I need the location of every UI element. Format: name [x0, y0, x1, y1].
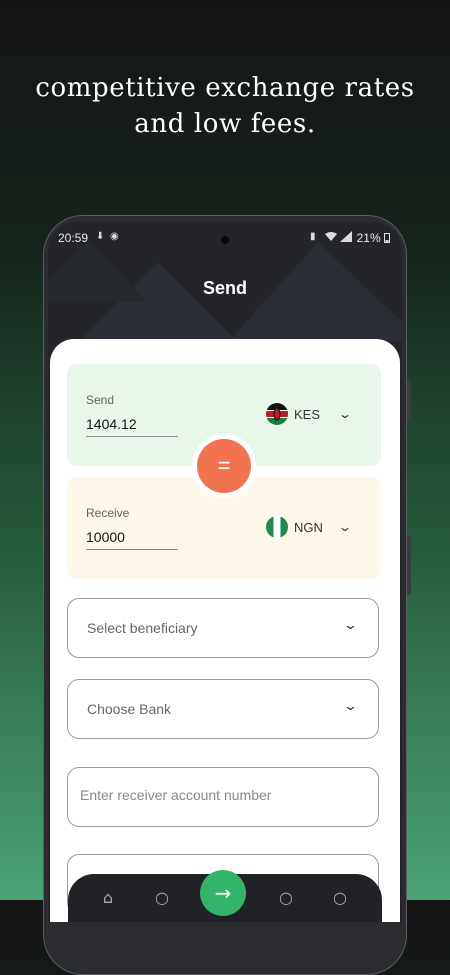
chevron-down-icon: ⌄	[337, 407, 353, 421]
download-icon: ⬇	[96, 231, 105, 242]
send-label: Send	[86, 393, 115, 407]
phone-screen: 20:59 ⬇ ◉ ▮ 21% Send Send 1404.12 KES ⌄ …	[48, 222, 402, 922]
page-title: Send	[202, 278, 247, 298]
headline-line-2: and low fees.	[134, 109, 316, 139]
chevron-down-icon: ⌄	[342, 699, 359, 714]
wifi-icon	[324, 231, 338, 245]
send-currency-code: KES	[294, 406, 321, 422]
bank-placeholder: Choose Bank	[87, 701, 172, 717]
history-icon[interactable]: ○	[152, 888, 172, 908]
send-money-fab[interactable]: →	[200, 870, 246, 916]
chevron-down-icon: ⌄	[342, 618, 359, 633]
send-currency-selector[interactable]: KES ⌄	[266, 402, 364, 426]
battery-icon: 21%	[357, 231, 390, 245]
swap-equals-button[interactable]: =	[197, 439, 251, 493]
send-form-sheet: Send 1404.12 KES ⌄ Receive 10000 NGN ⌄ =…	[50, 339, 400, 922]
bottom-navigation: ⌂ ○ → ○ ○	[68, 870, 382, 922]
receive-label: Receive	[86, 506, 130, 520]
home-icon[interactable]: ⌂	[98, 888, 118, 908]
equals-icon: =	[217, 453, 231, 478]
receive-currency-selector[interactable]: NGN ⌄	[266, 515, 364, 539]
account-number-field[interactable]	[67, 767, 379, 827]
profile-icon[interactable]: ○	[330, 888, 350, 908]
beneficiary-dropdown[interactable]: Select beneficiary ⌄	[67, 598, 379, 658]
chevron-down-icon: ⌄	[337, 520, 353, 534]
send-amount-input[interactable]: 1404.12	[86, 416, 178, 437]
beneficiary-placeholder: Select beneficiary	[87, 620, 198, 636]
wallet-icon[interactable]: ○	[276, 888, 296, 908]
marketing-headline: competitive exchange rates and low fees.	[0, 70, 450, 142]
status-time: 20:59	[58, 231, 89, 245]
signal-icon	[340, 231, 352, 245]
notification-icon: ◉	[110, 231, 119, 242]
account-number-input[interactable]	[78, 786, 362, 804]
kenya-flag-icon	[266, 403, 288, 425]
arrow-icon: →	[214, 881, 232, 905]
front-camera	[221, 236, 229, 244]
receive-amount-input[interactable]: 10000	[86, 529, 178, 550]
nigeria-flag-icon	[266, 516, 288, 538]
receive-currency-code: NGN	[294, 519, 323, 535]
battery-saver-icon: ▮	[310, 231, 316, 242]
headline-line-1: competitive exchange rates	[35, 73, 415, 103]
battery-percentage: 21%	[356, 231, 381, 245]
bank-dropdown[interactable]: Choose Bank ⌄	[67, 679, 379, 739]
phone-side-button	[407, 380, 411, 420]
phone-side-button	[407, 535, 411, 595]
